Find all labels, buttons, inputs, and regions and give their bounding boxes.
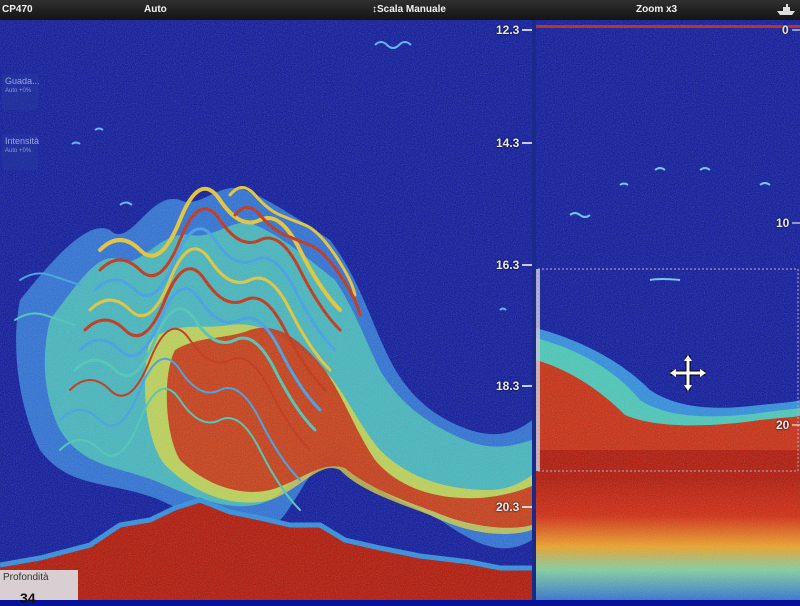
crosshair-icon[interactable] xyxy=(670,355,706,391)
gain-value: Auto +0% xyxy=(5,88,32,94)
intensity-control[interactable]: Intensità Auto +0% xyxy=(2,134,40,170)
zoom-panel[interactable] xyxy=(536,20,800,600)
gain-label: Guada... xyxy=(5,76,40,86)
depth-label-4: 20.3 xyxy=(496,500,520,514)
boat-icon xyxy=(777,4,795,15)
depth-readout-value: 34 xyxy=(20,590,36,606)
zoom-depth-label-1: 10 xyxy=(776,216,790,230)
zoom-depth-label-0: 0 xyxy=(782,23,789,37)
depth-readout[interactable]: Profondità 34 xyxy=(0,570,78,606)
sonar-display[interactable] xyxy=(0,20,800,600)
scale-mode-button[interactable]: ↕Scala Manuale xyxy=(372,4,446,15)
intensity-label: Intensità xyxy=(5,136,40,146)
depth-readout-label: Profondità xyxy=(3,572,49,583)
mode-button[interactable]: Auto xyxy=(144,4,167,15)
depth-label-1: 14.3 xyxy=(496,136,520,150)
top-status-bar: CP470 Auto ↕Scala Manuale Zoom x3 xyxy=(0,0,800,20)
depth-label-3: 18.3 xyxy=(496,379,520,393)
depth-label-0: 12.3 xyxy=(496,23,520,37)
intensity-value: Auto +0% xyxy=(5,148,32,154)
zoom-range-bar[interactable] xyxy=(536,269,540,471)
zoom-button[interactable]: Zoom x3 xyxy=(636,4,677,15)
gain-control[interactable]: Guada... Auto +0% xyxy=(2,74,40,110)
panel-divider xyxy=(532,20,536,600)
device-model: CP470 xyxy=(2,4,33,15)
sonar-noise xyxy=(0,20,532,600)
depth-label-2: 16.3 xyxy=(496,258,520,272)
zoom-depth-label-2: 20 xyxy=(776,418,790,432)
